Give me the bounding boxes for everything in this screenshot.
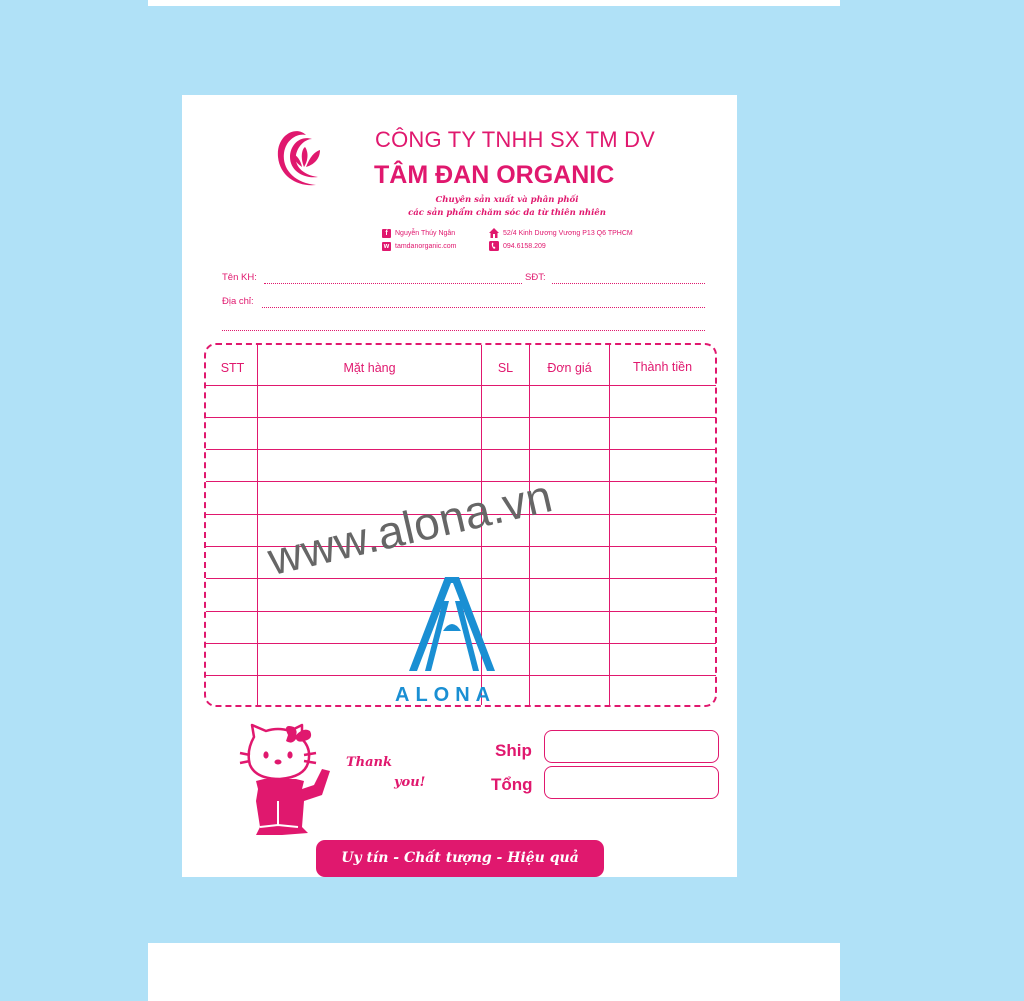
customer-name-label: Tên KH: — [222, 272, 257, 283]
header-qty: SL — [497, 361, 514, 375]
web-icon: w — [382, 242, 391, 251]
table-row[interactable] — [206, 449, 716, 450]
customer-address-line-2[interactable] — [222, 330, 705, 331]
col-divider — [257, 345, 258, 705]
contact-facebook: Nguyễn Thúy Ngân — [395, 230, 456, 237]
lotus-logo-icon — [277, 131, 320, 186]
company-name: TÂM ĐAN ORGANIC — [374, 161, 615, 189]
customer-phone-line[interactable] — [552, 283, 705, 284]
header-item: Mặt hàng — [343, 361, 396, 375]
table-row[interactable] — [206, 675, 716, 676]
table-row[interactable] — [206, 481, 716, 482]
top-white-strip — [148, 0, 840, 6]
header-unit-price: Đơn giá — [547, 361, 592, 375]
customer-address-line[interactable] — [262, 307, 705, 308]
contact-address: 52/4 Kinh Dương Vương P13 Q6 TPHCM — [503, 230, 633, 237]
phone-icon — [489, 241, 499, 251]
slogan-line1: Chuyên sản xuất và phân phối — [435, 195, 579, 205]
total-label: Tổng — [491, 775, 533, 794]
invoice-sheet: CÔNG TY TNHH SX TM DV TÂM ĐAN ORGANIC Ch… — [182, 95, 737, 877]
ship-label: Ship — [495, 741, 532, 760]
company-line1: CÔNG TY TNHH SX TM DV — [375, 127, 656, 152]
header-amount: Thành tiền — [632, 360, 693, 374]
customer-name-line[interactable] — [264, 283, 522, 284]
total-field[interactable] — [544, 766, 719, 799]
watermark-brand: ALONA — [395, 684, 497, 706]
table-row[interactable] — [206, 417, 716, 418]
customer-address-label: Địa chỉ: — [222, 296, 254, 307]
bottom-white-strip — [148, 943, 840, 1001]
you-text: you! — [394, 775, 426, 790]
footer-motto: Uy tín - Chất tượng - Hiệu quả — [316, 840, 604, 877]
alona-logo-icon — [409, 577, 495, 671]
slogan-line2: các sản phẩm chăm sóc da từ thiên nhiên — [408, 208, 606, 218]
customer-phone-label: SĐT: — [525, 272, 546, 283]
facebook-icon: f — [382, 229, 391, 238]
contact-website: tamdanorganic.com — [395, 243, 457, 250]
hello-kitty-illustration — [239, 723, 330, 835]
ship-field[interactable] — [544, 730, 719, 763]
header-row-line — [206, 385, 716, 386]
home-icon — [489, 228, 499, 238]
thank-text: Thank — [346, 755, 393, 770]
col-divider — [609, 345, 610, 705]
header-stt: STT — [220, 361, 245, 375]
contact-phone: 094.6158.209 — [503, 243, 546, 250]
